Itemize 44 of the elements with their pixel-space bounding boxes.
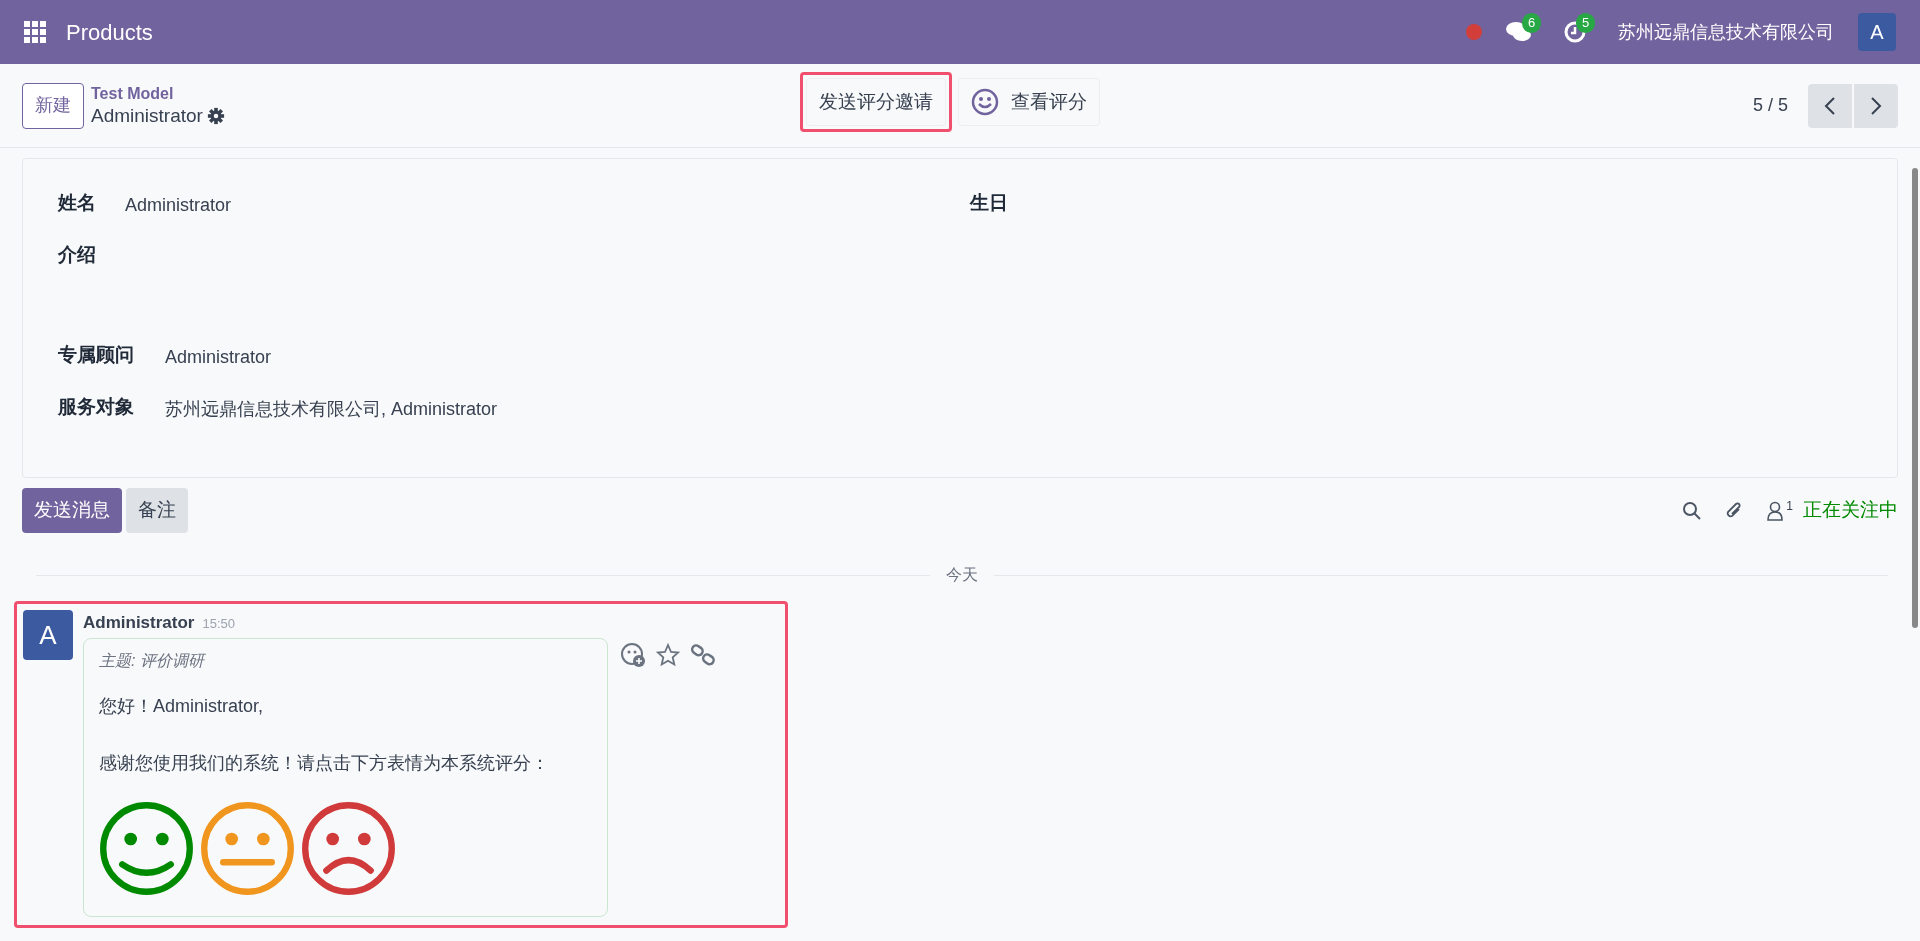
previous-button[interactable] [1808, 83, 1852, 128]
field-value[interactable]: Administrator [165, 344, 272, 371]
chatter-tab[interactable]: 备注 [126, 488, 188, 533]
company-name[interactable]: 苏州远鼎信息技术有限公司 [1618, 18, 1834, 46]
app-menu-icon[interactable] [24, 21, 46, 43]
star-icon[interactable] [656, 642, 680, 667]
field-label: 服务对象 [58, 395, 135, 419]
app-title: Products [66, 18, 153, 47]
date-separator: 今天 [945, 565, 979, 585]
field-label: 生日 [970, 191, 1009, 215]
activity-count-badge: 5 [1576, 13, 1596, 33]
field-value[interactable]: Administrator [125, 192, 232, 219]
message-author[interactable]: Administrator [83, 610, 195, 636]
person-icon[interactable] [1766, 500, 1785, 521]
next-button[interactable] [1854, 83, 1898, 128]
record-name: Administrator [91, 103, 203, 128]
pager-value: 5 / 5 [1752, 94, 1788, 117]
field-value[interactable]: 苏州远鼎信息技术有限公司, Administrator [165, 396, 498, 423]
chevron-right-icon [1870, 95, 1882, 116]
field-label: 介绍 [58, 243, 97, 267]
new-button[interactable]: 新建 [22, 82, 84, 129]
chevron-left-icon [1824, 95, 1836, 116]
sad-face-icon[interactable] [301, 800, 396, 896]
action-button[interactable]: 查看评分 [958, 78, 1100, 126]
action-button[interactable]: 发送评分邀请 [806, 78, 946, 126]
smiley-icon [971, 88, 999, 116]
link-icon[interactable] [690, 642, 716, 667]
search-icon[interactable] [1682, 500, 1703, 521]
message-text: 您好！Administrator, [99, 694, 265, 718]
breadcrumb-link[interactable]: Test Model [91, 83, 225, 104]
user-avatar[interactable]: A [1858, 13, 1896, 51]
follow-status[interactable]: 正在关注中 [1803, 496, 1898, 525]
settings-icon[interactable] [206, 106, 225, 125]
add-reaction-icon[interactable] [620, 641, 646, 668]
author-avatar: A [23, 610, 73, 660]
happy-face-icon[interactable] [99, 800, 194, 896]
message-text: 感谢您使用我们的系统！请点击下方表情为本系统评分： [99, 751, 550, 775]
follower-count: 1 [1786, 497, 1793, 515]
chatter-tab[interactable]: 发送消息 [22, 488, 122, 533]
field-label: 姓名 [58, 191, 97, 215]
message-count-badge: 6 [1522, 13, 1542, 33]
message-subject: 主题: 评价调研 [99, 650, 207, 671]
field-label: 专属顾问 [58, 343, 135, 367]
message-time: 15:50 [202, 615, 235, 633]
